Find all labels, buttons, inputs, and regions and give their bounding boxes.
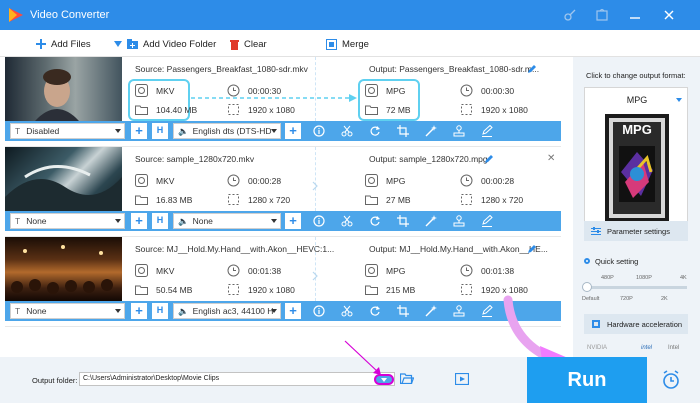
annotation-arrow-folder — [344, 340, 379, 373]
run-button[interactable]: Run — [527, 357, 647, 403]
annotation-overlay — [344, 295, 582, 382]
alarm-clock-icon[interactable] — [661, 370, 681, 390]
